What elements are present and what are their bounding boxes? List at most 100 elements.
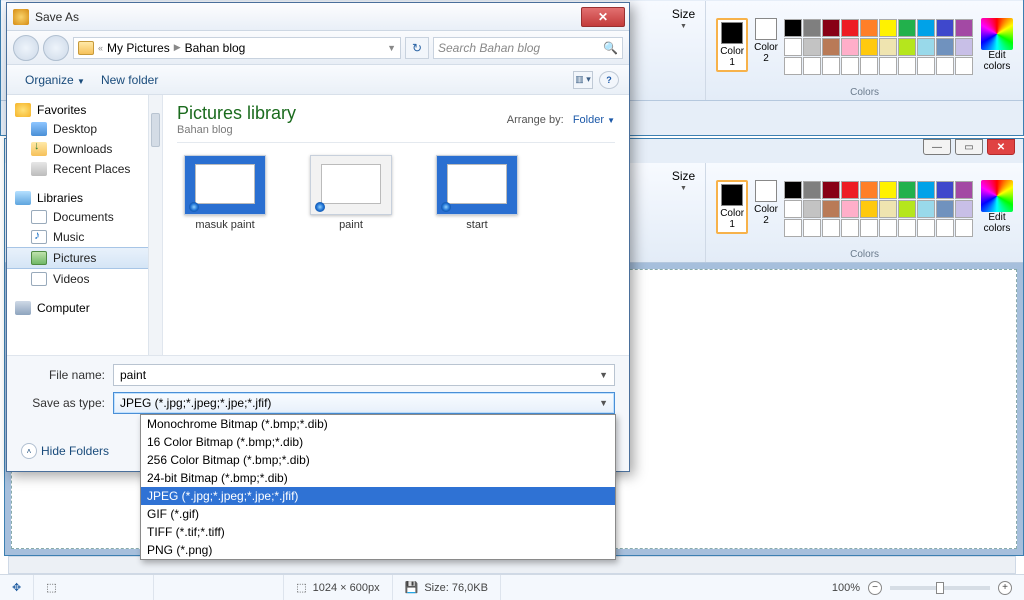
color-swatch[interactable] [898, 19, 916, 37]
edit-colors-button-2[interactable]: Edit colors [981, 180, 1013, 234]
view-mode-button[interactable]: ▥ ▾ [573, 71, 593, 89]
hide-folders-button[interactable]: ˄ Hide Folders [21, 443, 109, 459]
color-swatch[interactable] [860, 38, 878, 56]
savetype-option[interactable]: GIF (*.gif) [141, 505, 615, 523]
color-swatch[interactable] [822, 57, 840, 75]
color-swatch[interactable] [898, 181, 916, 199]
color-swatch[interactable] [803, 38, 821, 56]
color-swatch[interactable] [898, 200, 916, 218]
search-input[interactable]: Search Bahan blog 🔍 [433, 37, 623, 59]
color-swatch[interactable] [879, 57, 897, 75]
color-swatch[interactable] [822, 181, 840, 199]
color-swatch[interactable] [784, 57, 802, 75]
maximize-button-2[interactable]: ▭ [955, 139, 983, 155]
dialog-close-button[interactable]: ✕ [581, 7, 625, 27]
edit-colors-button[interactable]: Edit colors [981, 18, 1013, 72]
color-swatch[interactable] [841, 19, 859, 37]
zoom-thumb[interactable] [936, 582, 944, 594]
nav-back-button[interactable] [13, 35, 39, 61]
breadcrumb-2[interactable]: Bahan blog [185, 41, 246, 55]
color-swatch[interactable] [917, 219, 935, 237]
size-dropdown-2[interactable]: Size ▼ [672, 169, 695, 192]
color-swatch[interactable] [803, 19, 821, 37]
color-swatch[interactable] [917, 19, 935, 37]
color-swatch[interactable] [841, 200, 859, 218]
tree-music[interactable]: Music [7, 227, 162, 247]
color-swatch[interactable] [955, 181, 973, 199]
color-swatch[interactable] [955, 57, 973, 75]
color-swatch[interactable] [841, 57, 859, 75]
new-folder-button[interactable]: New folder [93, 69, 166, 91]
color-swatch[interactable] [936, 57, 954, 75]
color-swatch[interactable] [822, 38, 840, 56]
color-swatch[interactable] [784, 181, 802, 199]
tree-videos[interactable]: Videos [7, 269, 162, 289]
color-swatch[interactable] [955, 219, 973, 237]
color-swatch[interactable] [860, 19, 878, 37]
chevron-down-icon[interactable]: ▼ [387, 43, 396, 53]
color-swatch[interactable] [898, 38, 916, 56]
savetype-option[interactable]: 24-bit Bitmap (*.bmp;*.dib) [141, 469, 615, 487]
color-swatch[interactable] [955, 200, 973, 218]
tree-desktop[interactable]: Desktop [7, 119, 162, 139]
color-swatch[interactable] [936, 181, 954, 199]
color-swatch[interactable] [803, 181, 821, 199]
savetype-option[interactable]: TIFF (*.tif;*.tiff) [141, 523, 615, 541]
color-swatch[interactable] [822, 219, 840, 237]
color-swatch[interactable] [879, 38, 897, 56]
tree-documents[interactable]: Documents [7, 207, 162, 227]
color-swatch[interactable] [841, 38, 859, 56]
size-dropdown[interactable]: Size ▼ [672, 7, 695, 30]
color-swatch[interactable] [841, 219, 859, 237]
color-swatch[interactable] [879, 219, 897, 237]
color-swatch[interactable] [879, 181, 897, 199]
file-thumbnail[interactable]: masuk paint [177, 155, 273, 231]
color-swatch[interactable] [879, 200, 897, 218]
nav-forward-button[interactable] [43, 35, 69, 61]
color-swatch[interactable] [955, 38, 973, 56]
tree-computer[interactable]: Computer [7, 299, 162, 317]
color-swatch[interactable] [784, 19, 802, 37]
color-swatch[interactable] [936, 38, 954, 56]
tree-recent[interactable]: Recent Places [7, 159, 162, 179]
color-swatch[interactable] [860, 219, 878, 237]
color-swatch[interactable] [822, 19, 840, 37]
color-swatch[interactable] [784, 200, 802, 218]
color-swatch[interactable] [917, 57, 935, 75]
color-palette-2[interactable] [784, 181, 973, 237]
tree-favorites[interactable]: Favorites [7, 101, 162, 119]
refresh-button[interactable]: ↻ [405, 37, 429, 59]
color-swatch[interactable] [917, 200, 935, 218]
zoom-in-button[interactable]: + [998, 581, 1012, 595]
zoom-slider[interactable] [890, 586, 990, 590]
color-swatch[interactable] [860, 200, 878, 218]
arrange-by[interactable]: Arrange by: Folder ▼ [507, 114, 615, 126]
color-palette-1[interactable] [784, 19, 973, 75]
color-swatch[interactable] [841, 181, 859, 199]
color1-selector-2[interactable]: Color 1 [716, 180, 748, 234]
file-thumbnail[interactable]: paint [303, 155, 399, 231]
tree-scroll-thumb[interactable] [151, 113, 160, 147]
color-swatch[interactable] [803, 57, 821, 75]
color-swatch[interactable] [936, 19, 954, 37]
color-swatch[interactable] [803, 219, 821, 237]
color-swatch[interactable] [936, 200, 954, 218]
savetype-dropdown[interactable]: JPEG (*.jpg;*.jpeg;*.jpe;*.jfif) ▼ [113, 392, 615, 414]
color-swatch[interactable] [860, 181, 878, 199]
color-swatch[interactable] [784, 219, 802, 237]
color2-selector[interactable]: Color 2 [754, 18, 778, 64]
organize-menu[interactable]: Organize ▼ [17, 69, 93, 91]
file-thumbnail[interactable]: start [429, 155, 525, 231]
color-swatch[interactable] [917, 38, 935, 56]
breadcrumb[interactable]: « My Pictures ▶ Bahan blog ▼ [73, 37, 401, 59]
savetype-option[interactable]: 16 Color Bitmap (*.bmp;*.dib) [141, 433, 615, 451]
color1-selector[interactable]: Color 1 [716, 18, 748, 72]
savetype-option[interactable]: 256 Color Bitmap (*.bmp;*.dib) [141, 451, 615, 469]
tree-downloads[interactable]: Downloads [7, 139, 162, 159]
color-swatch[interactable] [860, 57, 878, 75]
help-button[interactable]: ? [599, 71, 619, 89]
arrange-value[interactable]: Folder [573, 114, 604, 126]
zoom-out-button[interactable]: − [868, 581, 882, 595]
color-swatch[interactable] [879, 19, 897, 37]
color-swatch[interactable] [917, 181, 935, 199]
